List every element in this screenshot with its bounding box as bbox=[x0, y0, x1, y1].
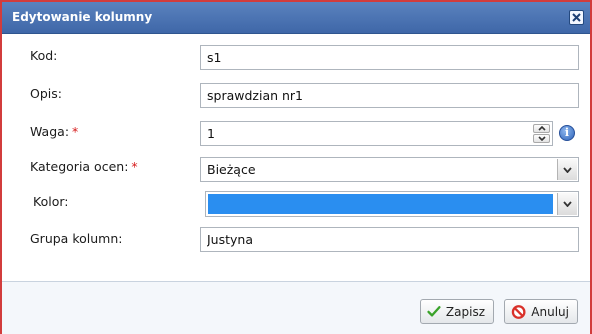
kategoria-label-text: Kategoria ocen: bbox=[30, 159, 129, 174]
opis-input[interactable] bbox=[207, 88, 572, 103]
edit-column-dialog: Edytowanie kolumny Kod: Opis: Waga:* i bbox=[0, 0, 592, 334]
waga-label: Waga: * bbox=[30, 124, 78, 139]
kolor-label: Kolor: bbox=[33, 194, 69, 209]
info-icon[interactable]: i bbox=[559, 125, 575, 141]
cancel-button[interactable]: Anuluj bbox=[504, 299, 578, 324]
close-icon bbox=[572, 13, 581, 22]
kategoria-selected-value: Bieżące bbox=[207, 162, 256, 177]
kod-input[interactable] bbox=[207, 50, 572, 65]
opis-label: Opis: bbox=[30, 86, 62, 101]
spin-down-button[interactable] bbox=[533, 134, 550, 143]
waga-label-text: Waga: bbox=[30, 124, 70, 139]
opis-field[interactable] bbox=[200, 83, 579, 108]
chevron-down-icon bbox=[537, 136, 546, 141]
kolor-dropdown-button[interactable] bbox=[557, 193, 577, 215]
close-button[interactable] bbox=[569, 10, 584, 25]
required-asterisk: * bbox=[131, 159, 138, 174]
grupa-field[interactable] bbox=[200, 227, 579, 252]
required-asterisk: * bbox=[72, 124, 79, 139]
kod-field[interactable] bbox=[200, 45, 579, 70]
grupa-label: Grupa kolumn: bbox=[30, 231, 123, 246]
kolor-select[interactable] bbox=[205, 191, 579, 217]
save-button-label: Zapisz bbox=[445, 304, 485, 319]
selected-color-swatch bbox=[208, 194, 553, 214]
grupa-input[interactable] bbox=[207, 232, 572, 247]
waga-spinner[interactable] bbox=[200, 121, 553, 146]
cancel-icon bbox=[511, 304, 526, 319]
kod-label: Kod: bbox=[30, 48, 58, 63]
dialog-footer: Zapisz Anuluj bbox=[2, 282, 590, 334]
waga-input[interactable] bbox=[207, 126, 507, 141]
checkmark-icon bbox=[427, 306, 441, 317]
spin-buttons bbox=[533, 124, 550, 143]
save-button[interactable]: Zapisz bbox=[420, 299, 494, 324]
chevron-down-icon bbox=[563, 166, 572, 173]
kategoria-label: Kategoria ocen: * bbox=[30, 159, 138, 174]
chevron-up-icon bbox=[537, 126, 546, 131]
cancel-button-label: Anuluj bbox=[531, 304, 569, 319]
chevron-down-icon bbox=[563, 201, 572, 207]
spin-up-button[interactable] bbox=[533, 124, 550, 133]
kategoria-dropdown-button[interactable] bbox=[557, 159, 577, 180]
dialog-title: Edytowanie kolumny bbox=[12, 10, 153, 24]
dialog-titlebar[interactable]: Edytowanie kolumny bbox=[2, 2, 590, 34]
kategoria-select[interactable]: Bieżące bbox=[200, 157, 579, 182]
